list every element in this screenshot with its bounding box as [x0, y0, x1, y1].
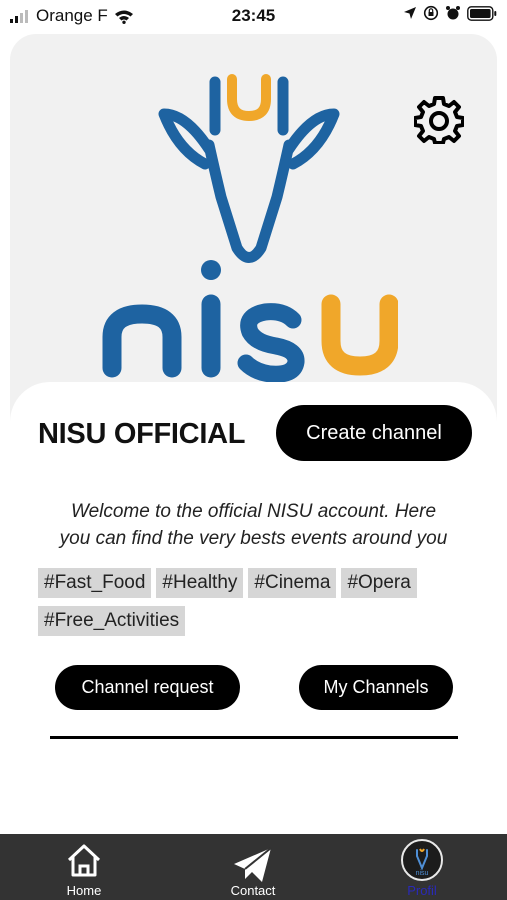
paper-plane-icon: [234, 847, 272, 882]
tab-contact[interactable]: Contact: [193, 834, 313, 900]
description-line-1: Welcome to the official NISU account. He…: [70, 501, 437, 522]
battery-icon: [467, 5, 497, 21]
giraffe-head-icon: [158, 74, 340, 263]
avatar: nisu: [401, 839, 443, 881]
gear-icon[interactable]: [414, 94, 464, 144]
tag-free-activities[interactable]: #Free_Activities: [38, 606, 186, 636]
nisu-wordmark: [102, 260, 398, 383]
tag-healthy[interactable]: #Healthy: [156, 568, 244, 598]
status-right: [403, 5, 497, 21]
my-channels-button[interactable]: My Channels: [299, 665, 453, 710]
tab-profil-label: Profil: [407, 883, 437, 898]
profile-description: Welcome to the official NISU account. He…: [20, 498, 487, 552]
alarm-icon: [446, 6, 460, 20]
channel-request-button[interactable]: Channel request: [55, 665, 240, 710]
description-line-2: you can find the very bests events aroun…: [59, 528, 448, 549]
location-icon: [404, 7, 416, 19]
home-icon: [67, 844, 101, 877]
status-bar: Orange F 23:45: [0, 0, 507, 32]
nisu-logo: [102, 74, 398, 383]
profile-hero: [10, 34, 497, 434]
svg-text:nisu: nisu: [416, 870, 429, 877]
tag-opera[interactable]: #Opera: [341, 568, 417, 598]
page-title: NISU OFFICIAL: [38, 418, 246, 450]
tab-profil[interactable]: nisu Profil: [362, 834, 482, 900]
tag-list: #Fast_Food #Healthy #Cinema #Opera #Free…: [38, 568, 458, 636]
tag-fast-food[interactable]: #Fast_Food: [38, 568, 152, 598]
profile-sheet: NISU OFFICIAL Create channel Welcome to …: [10, 382, 497, 842]
orientation-lock-icon: [423, 5, 439, 21]
tag-cinema[interactable]: #Cinema: [248, 568, 337, 598]
divider: [50, 736, 458, 739]
bottom-tab-bar: Home Contact nisu Profil: [0, 834, 507, 900]
tab-contact-label: Contact: [230, 883, 276, 898]
create-channel-button[interactable]: Create channel: [276, 405, 472, 461]
tab-home[interactable]: Home: [24, 834, 144, 900]
tab-home-label: Home: [66, 883, 102, 898]
